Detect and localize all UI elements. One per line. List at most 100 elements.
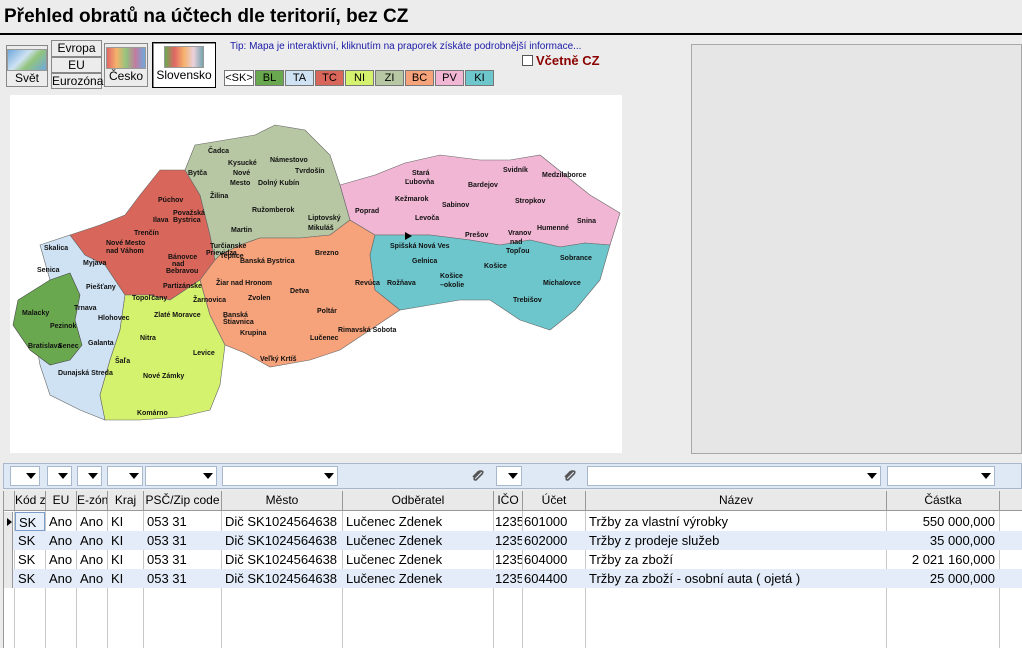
header-mesto[interactable]: Město [222, 491, 343, 511]
svg-text:Púchov: Púchov [158, 197, 183, 204]
include-cz-checkbox[interactable]: Včetně CZ [522, 53, 600, 68]
slovakia-map-icon [164, 46, 204, 68]
kraj-tab-bc[interactable]: BC [405, 70, 434, 86]
region-button-eurozone[interactable]: Eurozóna [51, 73, 103, 89]
paperclip-icon[interactable] [561, 467, 579, 485]
cell-mesto: Dič SK1024564638 [225, 571, 338, 586]
cell-castka: 25 000,000 [929, 571, 995, 586]
svg-text:Žiar nad Hronom: Žiar nad Hronom [216, 278, 272, 287]
current-row-icon [7, 518, 12, 526]
filter-mesto[interactable] [222, 466, 338, 486]
filter-castka[interactable] [887, 466, 995, 486]
cell-kraj: KI [111, 533, 124, 548]
svg-text:Partizánske: Partizánske [163, 283, 202, 290]
cell-nazev: Tržby z prodeje služeb [589, 533, 720, 548]
header-nazev[interactable]: Název [586, 491, 887, 511]
cell-eu: Ano [49, 533, 73, 548]
row-indicator [4, 569, 13, 588]
cell-eu: Ano [49, 571, 73, 586]
header-kraj[interactable]: Kraj [108, 491, 144, 511]
svg-text:Liptovský: Liptovský [308, 215, 341, 222]
region-button-world[interactable]: Svět [6, 45, 48, 87]
cell-ico: 1235 [495, 552, 522, 567]
table-row[interactable]: SK Ano Ano KI 053 31 Dič SK1024564638 Lu… [4, 531, 1022, 550]
grid-header: Kód z EU E-zón Kraj PSČ/Zip code Město O… [4, 491, 1022, 511]
cell-ucet: 604000 [524, 552, 568, 567]
data-grid: Kód z EU E-zón Kraj PSČ/Zip code Město O… [3, 491, 1022, 648]
chevron-down-icon [88, 473, 98, 479]
filter-nazev[interactable] [587, 466, 881, 486]
region-button-eu[interactable]: EU [51, 57, 102, 73]
header-ucet[interactable]: Účet [523, 491, 586, 511]
kraj-tab-zi[interactable]: ZI [375, 70, 404, 86]
cell-nazev: Tržby za zboží [589, 552, 674, 567]
filter-psc[interactable] [145, 466, 217, 486]
header-ico[interactable]: IČO [494, 491, 523, 511]
svg-text:Prešov: Prešov [465, 232, 488, 239]
paperclip-icon[interactable] [469, 467, 487, 485]
filter-eu[interactable] [47, 466, 72, 486]
svg-text:Gelnica: Gelnica [412, 258, 437, 265]
svg-text:Zlaté Moravce: Zlaté Moravce [154, 312, 201, 319]
checkbox-box[interactable] [522, 55, 533, 66]
cell-kod[interactable]: SK [15, 512, 45, 531]
svg-text:Kežmarok: Kežmarok [395, 196, 429, 203]
svg-text:Svidník: Svidník [503, 167, 528, 174]
region-button-czech[interactable]: Česko [104, 43, 148, 87]
svg-text:Nové Zámky: Nové Zámky [143, 373, 184, 380]
svg-text:Dunajská Streda: Dunajská Streda [58, 370, 113, 377]
svg-text:Ľubovňa: Ľubovňa [405, 179, 434, 186]
map-region-bl[interactable] [12, 272, 83, 366]
chevron-down-icon [867, 473, 877, 479]
cell-ico: 1235 [495, 571, 522, 586]
header-psc[interactable]: PSČ/Zip code [144, 491, 222, 511]
filter-kraj[interactable] [107, 466, 143, 486]
kraj-tab-pv[interactable]: PV [435, 70, 464, 86]
filter-ezona[interactable] [77, 466, 102, 486]
kraj-tab-bl[interactable]: BL [255, 70, 284, 86]
svg-text:Mesto: Mesto [230, 180, 250, 187]
table-row[interactable]: SK Ano Ano KI 053 31 Dič SK1024564638 Lu… [4, 569, 1022, 588]
table-row[interactable]: SK Ano Ano KI 053 31 Dič SK1024564638 Lu… [4, 550, 1022, 569]
svg-text:Levice: Levice [193, 350, 215, 357]
header-kod[interactable]: Kód z [15, 491, 46, 511]
slovakia-map[interactable]: Čadca Kysucké Nové Mesto Námestovo Tvrdo… [10, 95, 622, 453]
header-castka[interactable]: Částka [887, 491, 1000, 511]
include-cz-label: Včetně CZ [536, 53, 600, 68]
svg-text:Turčianske: Turčianske [210, 243, 247, 250]
kraj-tab-sk[interactable]: <SK> [224, 70, 254, 86]
kraj-tab-ni[interactable]: NI [345, 70, 374, 86]
cell-kraj: KI [111, 571, 124, 586]
filter-ico[interactable] [496, 466, 522, 486]
table-row[interactable]: SK Ano Ano KI 053 31 Dič SK1024564638 Lu… [4, 512, 1022, 531]
svg-text:Pezinok: Pezinok [50, 323, 77, 330]
world-map-icon [7, 49, 47, 71]
slovakia-map-svg[interactable]: Čadca Kysucké Nové Mesto Námestovo Tvrdo… [10, 95, 622, 453]
kraj-tab-tc[interactable]: TC [315, 70, 344, 86]
cell-castka: 550 000,000 [922, 514, 995, 529]
svg-text:Banská: Banská [223, 312, 248, 319]
header-odberatel[interactable]: Odběratel [343, 491, 494, 511]
filter-kod[interactable] [10, 466, 40, 486]
svg-text:Michalovce: Michalovce [543, 280, 581, 287]
cell-psc: 053 31 [147, 533, 187, 548]
svg-text:Hlohovec: Hlohovec [98, 315, 130, 322]
detail-panel [691, 44, 1022, 454]
svg-text:Trebišov: Trebišov [513, 297, 542, 304]
kraj-tab-ki[interactable]: KI [465, 70, 494, 86]
svg-text:Čadca: Čadca [208, 146, 229, 155]
cell-ezona: Ano [80, 514, 104, 529]
kraj-tab-ta[interactable]: TA [285, 70, 314, 86]
header-eu[interactable]: EU [46, 491, 77, 511]
region-button-europe[interactable]: Evropa [51, 40, 102, 57]
svg-text:Bystrica: Bystrica [173, 217, 201, 224]
header-ezona[interactable]: E-zón [77, 491, 108, 511]
region-button-slovakia[interactable]: Slovensko [152, 42, 216, 88]
svg-text:Topoľčany: Topoľčany [132, 295, 167, 302]
svg-text:Galanta: Galanta [88, 340, 114, 347]
page-title: Přehled obratů na účtech dle teritorií, … [4, 6, 409, 27]
cell-kraj: KI [111, 514, 124, 529]
chevron-down-icon [508, 473, 518, 479]
filter-bar [3, 463, 1022, 489]
chevron-down-icon [324, 473, 334, 479]
